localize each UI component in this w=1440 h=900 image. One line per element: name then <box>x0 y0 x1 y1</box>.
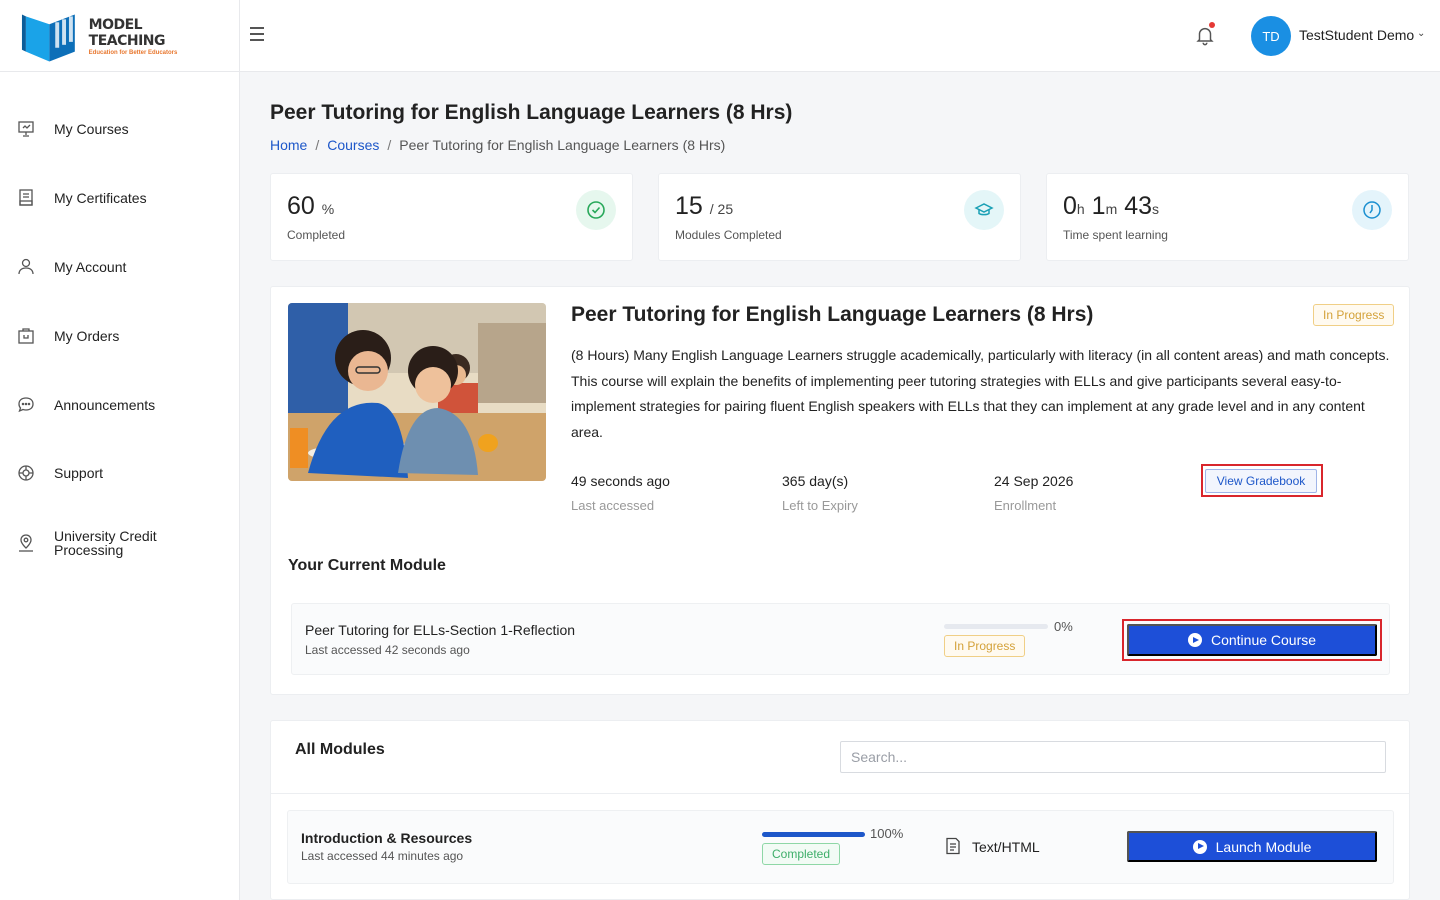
stat-value: 15 / 25 <box>675 192 734 220</box>
stat-card-time: 0h 1m 43s Time spent learning <box>1046 173 1409 261</box>
page-title: Peer Tutoring for English Language Learn… <box>270 101 793 124</box>
meta-expiry: 365 day(s) Left to Expiry <box>782 473 858 513</box>
meta-value: 24 Sep 2026 <box>994 473 1074 489</box>
module-progress-bar <box>762 832 865 837</box>
meta-value: 365 day(s) <box>782 473 849 489</box>
sidebar-item-label: Announcements <box>54 397 156 413</box>
view-gradebook-button[interactable]: View Gradebook <box>1205 469 1317 493</box>
header-divider <box>239 0 240 72</box>
user-icon <box>18 258 34 275</box>
sidebar-item-label: Support <box>54 465 104 481</box>
menu-toggle-icon[interactable] <box>250 27 268 45</box>
brand-tagline: Education for Better Educators <box>88 49 178 56</box>
meta-last-accessed: 49 seconds ago Last accessed <box>571 473 670 513</box>
stat-caption: Completed <box>287 228 346 242</box>
play-icon <box>1187 633 1202 647</box>
course-title: Peer Tutoring for English Language Learn… <box>571 303 1094 326</box>
all-modules-heading: All Modules <box>295 741 385 758</box>
module-type: Text/HTML <box>972 839 1040 855</box>
breadcrumb-separator: / <box>387 137 392 153</box>
breadcrumb-current: Peer Tutoring for English Language Learn… <box>399 137 726 153</box>
breadcrumb-courses-link[interactable]: Courses <box>327 137 379 153</box>
divider <box>271 793 1409 794</box>
play-icon <box>1192 839 1207 854</box>
module-progress-percent: 100% <box>870 826 904 841</box>
current-module-heading: Your Current Module <box>288 557 446 574</box>
meta-label: Last accessed <box>571 498 655 513</box>
sidebar-item-label: My Certificates <box>54 190 147 206</box>
shopping-bag-icon <box>18 328 34 344</box>
sidebar-item-label: My Orders <box>54 328 120 344</box>
document-icon <box>946 837 960 855</box>
module-last-accessed: Last accessed 42 seconds ago <box>305 643 470 657</box>
meta-enrollment: 24 Sep 2026 Enrollment <box>994 473 1073 513</box>
brand-name: MODEL TEACHING <box>88 16 166 49</box>
chat-bubble-icon <box>18 397 34 413</box>
all-modules-panel: All Modules Introduction & Resources Las… <box>270 720 1410 900</box>
brand-logo[interactable]: MODEL TEACHING Education for Better Educ… <box>20 8 220 64</box>
check-circle-icon <box>576 190 616 230</box>
course-card: Peer Tutoring for English Language Learn… <box>270 286 1410 695</box>
sidebar: My Courses My Certificates My Account My… <box>0 72 240 900</box>
meta-label: Enrollment <box>994 498 1057 513</box>
meta-label: Left to Expiry <box>782 498 858 513</box>
avatar[interactable]: TD <box>1251 16 1291 56</box>
continue-course-button[interactable]: Continue Course <box>1127 624 1377 656</box>
launch-module-button[interactable]: Launch Module <box>1127 831 1377 862</box>
continue-course-label: Continue Course <box>1210 632 1317 648</box>
module-status-badge: Completed <box>762 843 841 865</box>
sidebar-item-my-orders[interactable]: My Orders <box>0 316 239 356</box>
module-search-input[interactable] <box>840 741 1386 773</box>
meta-value: 49 seconds ago <box>571 473 670 489</box>
top-bar: MODEL TEACHING Education for Better Educ… <box>0 0 1440 72</box>
stat-caption: Time spent learning <box>1063 228 1168 242</box>
module-status-badge: In Progress <box>944 635 1026 657</box>
presentation-board-icon <box>18 121 34 137</box>
launch-module-label: Launch Module <box>1215 838 1312 855</box>
user-name[interactable]: TestStudent Demo <box>1299 27 1414 43</box>
module-last-accessed: Last accessed 44 minutes ago <box>301 849 464 863</box>
certificate-icon <box>19 189 33 206</box>
breadcrumb-home-link[interactable]: Home <box>270 137 307 153</box>
status-badge: In Progress <box>1313 304 1395 326</box>
course-thumbnail <box>288 303 546 481</box>
graduation-cap-icon <box>964 190 1004 230</box>
sidebar-item-my-certificates[interactable]: My Certificates <box>0 178 239 218</box>
stat-card-completed: 60 % Completed <box>270 173 633 261</box>
book-logo-icon <box>21 14 75 62</box>
module-progress-percent: 0% <box>1054 619 1073 634</box>
sidebar-item-university-credit-processing[interactable]: University Credit Processing <box>0 523 239 563</box>
module-progress-bar <box>944 624 1048 629</box>
sidebar-item-label: University Credit Processing <box>54 528 157 558</box>
sidebar-item-label: My Courses <box>54 121 129 137</box>
module-name: Peer Tutoring for ELLs-Section 1-Reflect… <box>305 622 576 638</box>
stat-card-modules: 15 / 25 Modules Completed <box>658 173 1021 261</box>
sidebar-item-label: My Account <box>54 259 127 275</box>
module-row: Introduction & Resources Last accessed 4… <box>287 810 1394 884</box>
clock-icon <box>1352 190 1392 230</box>
breadcrumb-separator: / <box>315 137 320 153</box>
breadcrumb: Home / Courses / Peer Tutoring for Engli… <box>270 137 725 153</box>
location-badge-icon <box>19 534 33 552</box>
sidebar-item-my-account[interactable]: My Account <box>0 247 239 287</box>
stat-value: 60 % <box>287 192 335 220</box>
sidebar-item-support[interactable]: Support <box>0 453 239 493</box>
lifebuoy-icon <box>18 465 34 481</box>
stat-caption: Modules Completed <box>675 228 782 242</box>
notification-dot <box>1209 22 1215 28</box>
course-description: (8 Hours) Many English Language Learners… <box>571 347 1390 440</box>
stat-value: 0h 1m 43s <box>1063 192 1159 220</box>
progress-fill <box>762 832 865 837</box>
sidebar-item-my-courses[interactable]: My Courses <box>0 109 239 149</box>
module-name: Introduction & Resources <box>301 830 473 846</box>
chevron-down-icon[interactable]: ⌄ <box>1417 28 1425 39</box>
sidebar-item-announcements[interactable]: Announcements <box>0 385 239 425</box>
